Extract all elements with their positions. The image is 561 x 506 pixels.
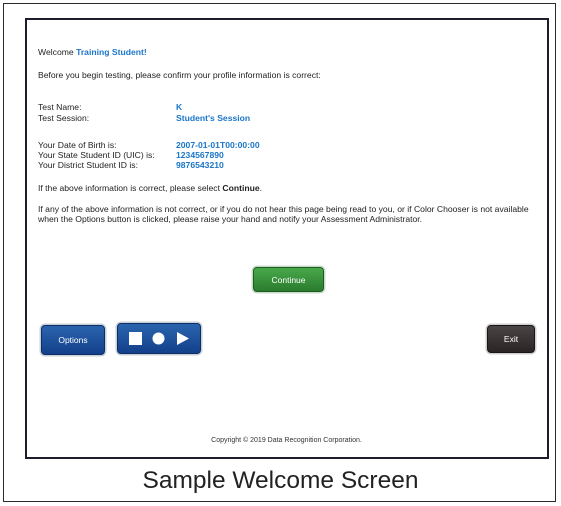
district-id-value: 9876543210	[176, 160, 224, 170]
test-name-label: Test Name:	[38, 102, 82, 112]
figure-caption: Sample Welcome Screen	[142, 467, 419, 494]
media-controls	[117, 323, 201, 354]
dob-label: Your Date of Birth is:	[38, 140, 117, 150]
state-id-label: Your State Student ID (UIC) is:	[38, 150, 155, 160]
confirm-keyword: Continue	[222, 183, 260, 193]
record-icon[interactable]	[150, 330, 168, 348]
state-id-value: 1234567890	[176, 150, 224, 160]
exit-button[interactable]: Exit	[487, 325, 535, 353]
stop-icon[interactable]	[127, 330, 145, 348]
welcome-screen: Welcome Training Student! Before you beg…	[25, 18, 549, 459]
confirm-prefix: If the above information is correct, ple…	[38, 183, 223, 193]
continue-label: Continue	[271, 274, 306, 285]
play-icon[interactable]	[173, 330, 191, 348]
options-button[interactable]: Options	[41, 325, 105, 355]
notice-text: If any of the above information is not c…	[38, 204, 529, 224]
confirm-suffix: .	[259, 183, 263, 193]
test-session-label: Test Session:	[38, 113, 90, 123]
student-name: Training Student!	[76, 47, 147, 57]
copyright-text: Copyright © 2019 Data Recognition Corpor…	[211, 437, 362, 444]
welcome-prefix: Welcome	[38, 47, 74, 57]
continue-button[interactable]: Continue	[253, 267, 324, 292]
test-session-value: Student's Session	[176, 113, 251, 123]
confirm-text: If the above information is correct, ple…	[38, 183, 262, 193]
dob-value: 2007-01-01T00:00:00	[176, 140, 260, 150]
intro-text: Before you begin testing, please confirm…	[38, 70, 321, 80]
options-label: Options	[58, 335, 88, 345]
welcome-line: Welcome Training Student!	[38, 47, 147, 57]
test-name-value: K	[176, 102, 183, 112]
district-id-label: Your District Student ID is:	[38, 160, 138, 170]
exit-label: Exit	[503, 334, 519, 344]
figure-frame: Welcome Training Student! Before you beg…	[3, 3, 556, 502]
